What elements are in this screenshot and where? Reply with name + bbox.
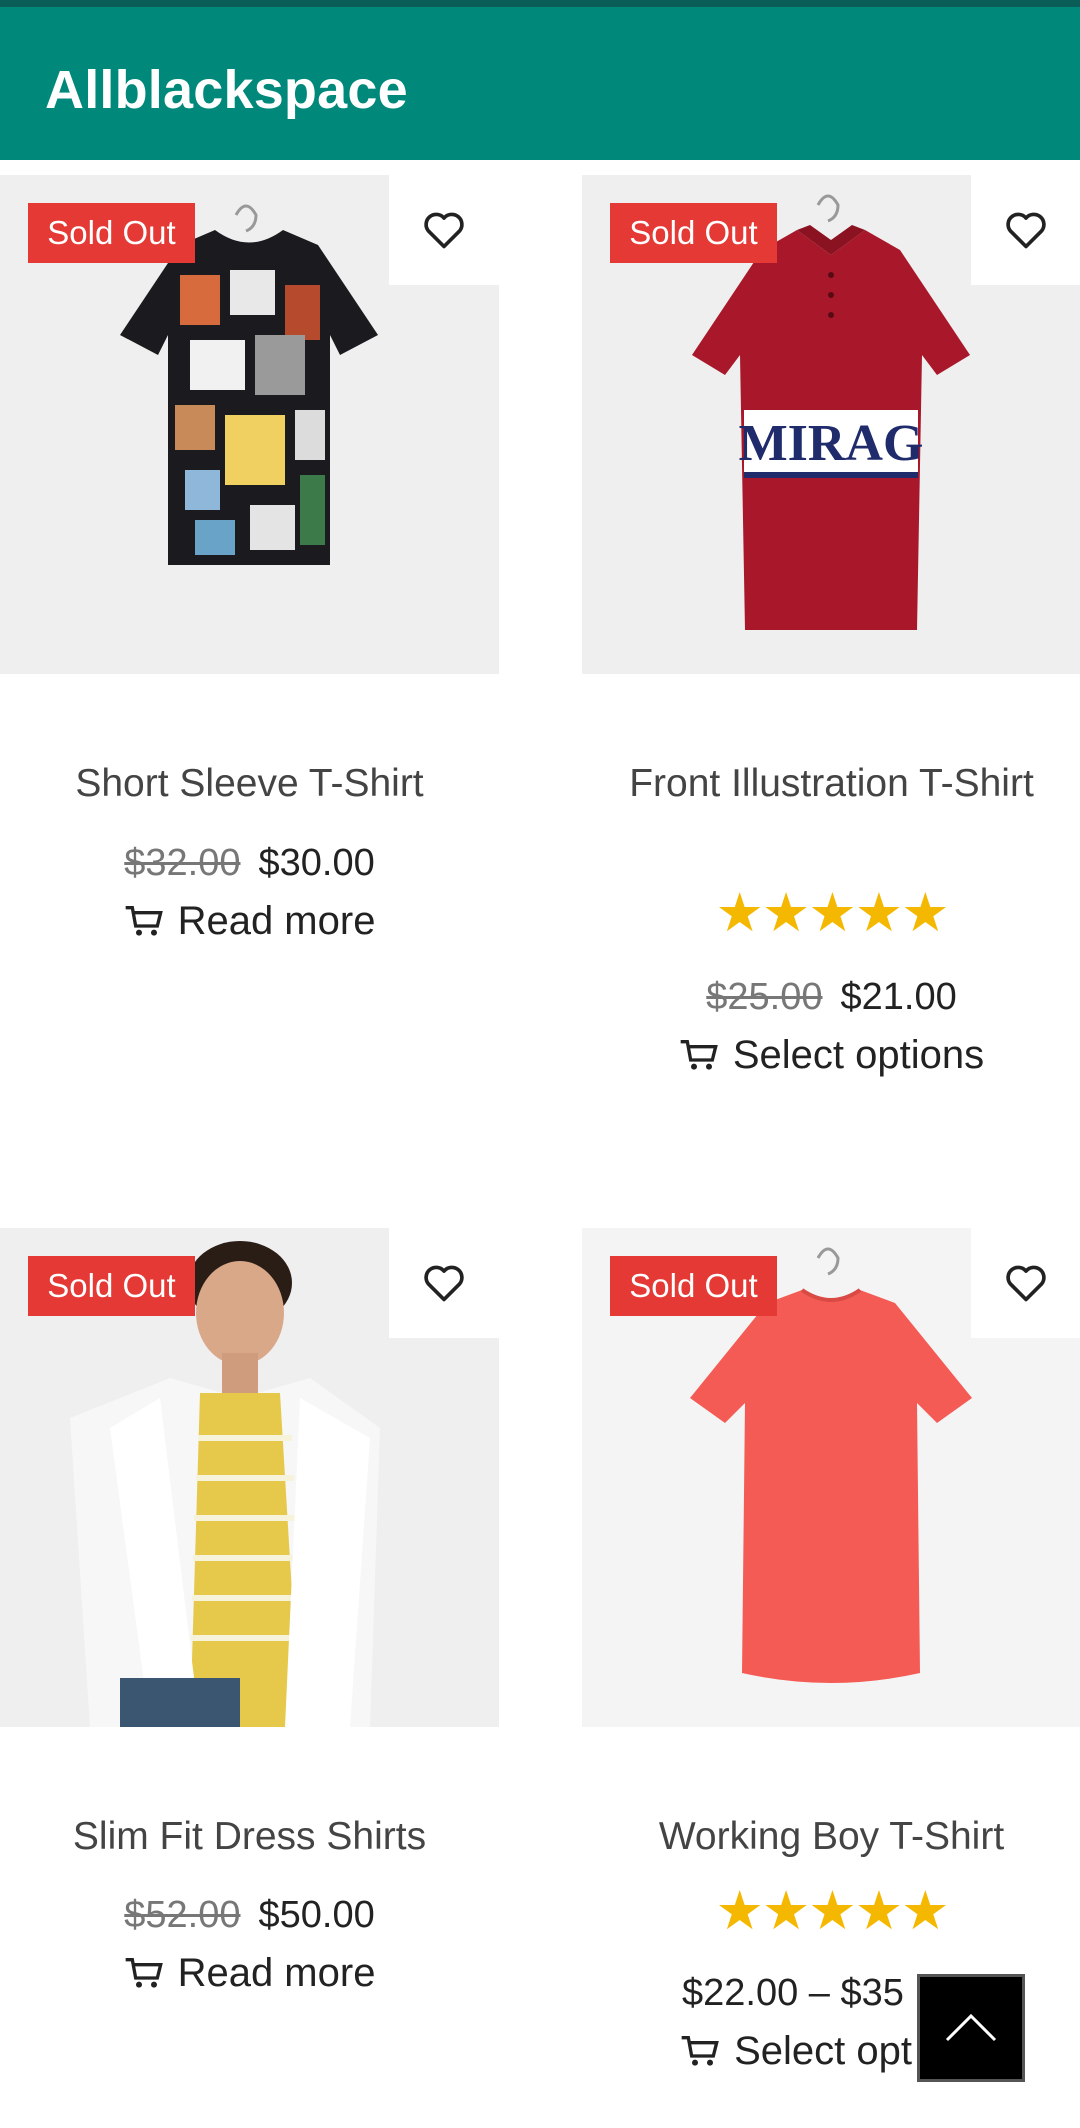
cart-icon [125, 906, 163, 936]
product-price: $32.00 $30.00 [0, 838, 499, 888]
sale-price: $30.00 [258, 842, 375, 884]
cart-icon [681, 2036, 719, 2066]
heart-icon [1006, 212, 1046, 249]
old-price: $25.00 [706, 976, 823, 1018]
action-label: Read more [177, 899, 376, 943]
sold-out-badge: Sold Out [28, 203, 195, 263]
product-price: $25.00 $21.00 [582, 972, 1080, 1022]
product-name[interactable]: Working Boy T-Shirt [582, 1808, 1080, 1865]
wishlist-button[interactable] [389, 1228, 499, 1338]
wishlist-button[interactable] [971, 1228, 1080, 1338]
app-header: Allblackspace [0, 0, 1080, 160]
product-name[interactable]: Front Illustration T-Shirt [582, 755, 1080, 812]
wishlist-button[interactable] [389, 175, 499, 285]
product-image[interactable]: Sold Out [582, 1228, 1080, 1727]
heart-icon [1006, 1265, 1046, 1302]
read-more-button[interactable]: Read more [0, 1948, 499, 1998]
product-price: $52.00 $50.00 [0, 1890, 499, 1940]
product-image[interactable]: Sold Out [0, 175, 499, 674]
sold-out-badge: Sold Out [610, 203, 777, 263]
sale-price: $50.00 [258, 1894, 375, 1936]
chevron-up-icon [945, 2013, 997, 2042]
action-label: Select opt [734, 2029, 912, 2073]
shirt-print-text: MIRAG [739, 415, 924, 472]
old-price: $32.00 [124, 842, 241, 884]
read-more-button[interactable]: Read more [0, 896, 499, 946]
select-options-button[interactable]: Select options [582, 1030, 1080, 1080]
scroll-to-top-button[interactable] [917, 1974, 1025, 2082]
sold-out-badge: Sold Out [610, 1256, 777, 1316]
cart-icon [680, 1040, 718, 1070]
action-label: Read more [177, 1951, 376, 1995]
rating-stars: ★★★★★ [715, 1881, 949, 1941]
product-name[interactable]: Slim Fit Dress Shirts [0, 1808, 499, 1865]
product-image[interactable]: MIRAG Sold Out [582, 175, 1080, 674]
select-options-button[interactable]: Select opt [582, 2026, 912, 2076]
cart-icon [125, 1958, 163, 1988]
sale-price: $21.00 [840, 976, 957, 1018]
product-image[interactable]: Sold Out [0, 1228, 499, 1727]
sold-out-badge: Sold Out [28, 1256, 195, 1316]
heart-icon [424, 212, 464, 249]
wishlist-button[interactable] [971, 175, 1080, 285]
app-title: Allblackspace [45, 60, 408, 120]
old-price: $52.00 [124, 1894, 241, 1936]
heart-icon [424, 1265, 464, 1302]
product-name[interactable]: Short Sleeve T-Shirt [0, 755, 499, 812]
rating-stars: ★★★★★ [715, 883, 949, 943]
action-label: Select options [732, 1033, 985, 1077]
